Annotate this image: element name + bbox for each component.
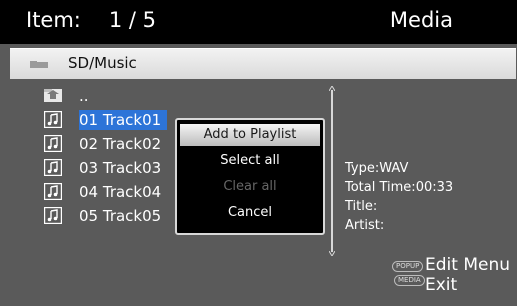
menu-item-clear-all: Clear all bbox=[223, 179, 277, 194]
scroll-down-icon bbox=[329, 251, 335, 256]
item-count: 1 / 5 bbox=[108, 8, 157, 32]
menu-item-cancel[interactable]: Cancel bbox=[180, 202, 320, 224]
list-item-label: 05 Track05 bbox=[79, 207, 162, 225]
path-bar: SD/Music bbox=[10, 48, 516, 79]
current-path: SD/Music bbox=[68, 54, 137, 72]
popup-menu: Add to Playlist Select all Clear all Can… bbox=[175, 118, 325, 235]
header-bar: Item: 1 / 5 Media bbox=[0, 0, 517, 44]
list-scrollbar[interactable] bbox=[329, 86, 335, 256]
music-note-icon bbox=[44, 111, 62, 128]
list-item-label: 03 Track03 bbox=[79, 159, 162, 177]
music-note-icon bbox=[44, 183, 62, 200]
edit-menu-label: Edit Menu bbox=[425, 255, 510, 275]
track-info-panel: Type:WAV Total Time:00:33 Title: Artist: bbox=[345, 159, 453, 235]
menu-item-select-all[interactable]: Select all bbox=[180, 150, 320, 172]
exit-label: Exit bbox=[425, 275, 458, 295]
scrollbar-track bbox=[331, 90, 333, 252]
music-note-icon bbox=[44, 135, 62, 152]
item-counter: Item: 1 / 5 bbox=[26, 8, 156, 32]
item-label: Item: bbox=[26, 8, 81, 32]
music-note-icon bbox=[44, 159, 62, 176]
menu-item-add-to-playlist[interactable]: Add to Playlist bbox=[180, 124, 320, 146]
info-title: Title: bbox=[345, 199, 378, 214]
music-note-icon bbox=[44, 207, 62, 224]
list-item-label: 01 Track01 bbox=[79, 110, 168, 130]
list-item-label: 02 Track02 bbox=[79, 135, 162, 153]
mode-title: Media bbox=[389, 8, 453, 32]
folder-icon bbox=[30, 61, 48, 68]
info-type: Type:WAV bbox=[345, 161, 409, 176]
info-total-time: Total Time:00:33 bbox=[345, 180, 454, 195]
info-artist: Artist: bbox=[345, 218, 385, 233]
list-item-label: .. bbox=[79, 87, 89, 105]
list-item-label: 04 Track04 bbox=[79, 183, 162, 201]
popup-button[interactable]: POPUP bbox=[392, 261, 424, 272]
media-button[interactable]: MEDIA bbox=[394, 275, 425, 286]
parent-folder-icon bbox=[44, 89, 62, 102]
list-item-parent[interactable]: .. bbox=[44, 86, 334, 106]
